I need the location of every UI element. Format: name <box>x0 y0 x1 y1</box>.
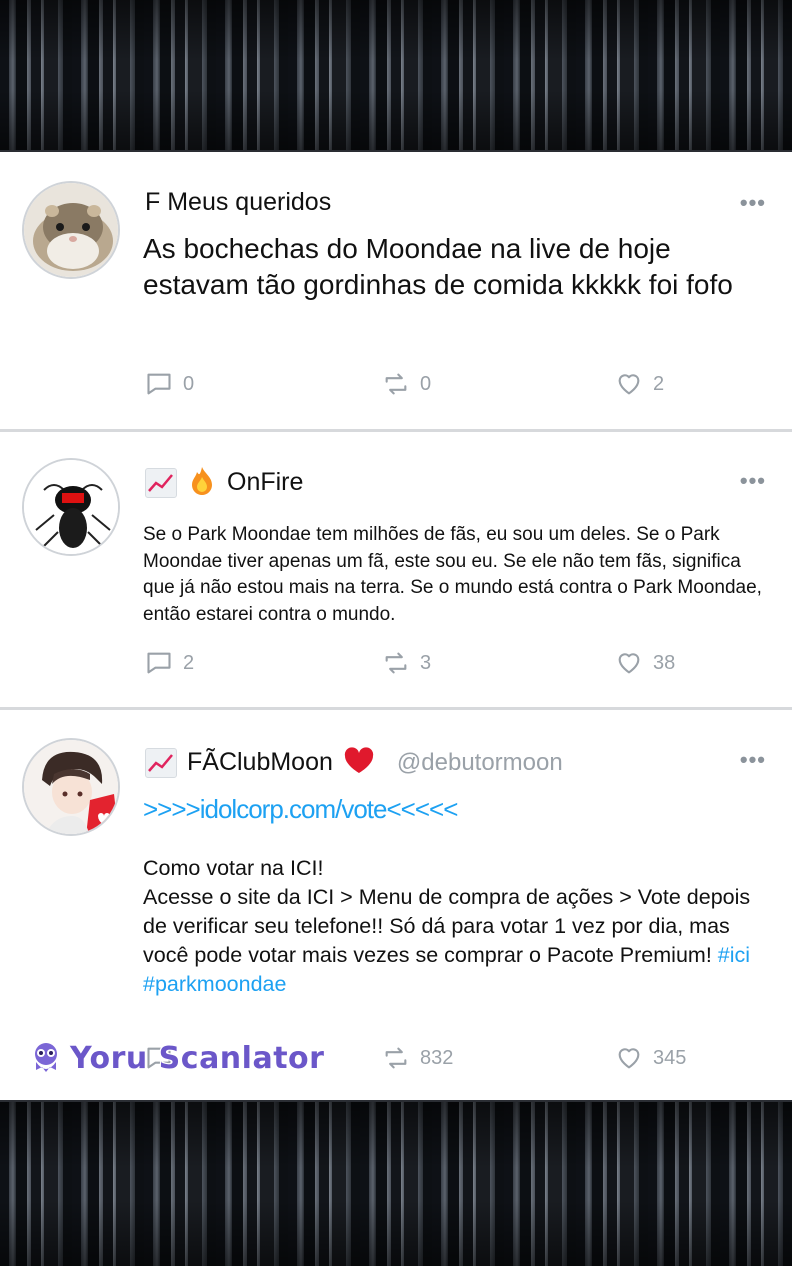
retweet-icon <box>385 373 407 395</box>
scanlator-watermark: Yoru Scanlator <box>28 1040 324 1076</box>
tweet-text: Como votar na ICI! Acesse o site da ICI … <box>143 854 758 999</box>
like-count: 2 <box>653 372 665 395</box>
tweet-actions: 2 3 38 <box>145 649 705 679</box>
chart-increasing-emoji <box>145 747 177 778</box>
hashtag-ici[interactable]: #ici <box>718 943 750 967</box>
like-button[interactable]: 38 <box>615 649 675 677</box>
top-striped-background <box>0 0 792 150</box>
tweet-text: Se o Park Moondae tem milhões de fãs, eu… <box>143 524 762 625</box>
reply-icon <box>147 652 171 674</box>
heart-icon <box>618 653 640 674</box>
author-row: F Meus queridos <box>145 188 331 217</box>
bottom-striped-background <box>0 1102 792 1266</box>
like-button[interactable]: 345 <box>615 1044 686 1072</box>
retweet-button[interactable]: 3 <box>382 649 431 677</box>
ghost-mascot-icon <box>35 1043 57 1072</box>
retweet-count: 3 <box>420 651 432 674</box>
red-heart-emoji <box>343 745 375 780</box>
hamster-avatar[interactable] <box>22 181 120 279</box>
retweet-count: 0 <box>420 372 432 395</box>
ant-avatar[interactable] <box>22 458 120 556</box>
author-row: FÃClubMoon @debutormoon <box>145 745 563 780</box>
reply-count: 2 <box>183 651 195 674</box>
retweet-icon <box>385 652 407 674</box>
author-name[interactable]: OnFire <box>227 468 303 497</box>
retweet-count: 832 <box>420 1046 454 1069</box>
reply-count: 0 <box>183 372 195 395</box>
reply-icon <box>147 373 171 395</box>
like-button[interactable]: 2 <box>615 370 664 398</box>
vote-link[interactable]: >>>>idolcorp.com/vote<<<<< <box>143 794 763 825</box>
retweet-button[interactable]: 832 <box>382 1044 453 1072</box>
reply-button[interactable]: 0 <box>145 370 194 398</box>
like-count: 345 <box>653 1046 687 1069</box>
fire-emoji <box>187 465 217 500</box>
retweet-button[interactable]: 0 <box>382 370 431 398</box>
tweet-actions: 0 0 2 <box>145 370 705 400</box>
tweet-text: As bochechas do Moondae na live de hoje … <box>143 233 733 300</box>
heart-icon <box>618 374 640 395</box>
author-name[interactable]: FÃClubMoon <box>187 748 333 777</box>
watermark-text: Yoru Scanlator <box>70 1040 325 1076</box>
more-options-icon[interactable]: ••• <box>740 747 766 773</box>
chart-increasing-emoji <box>145 467 177 498</box>
author-row: OnFire <box>145 465 303 500</box>
tweet-feed: F Meus queridos ••• As bochechas do Moon… <box>0 150 792 1102</box>
more-options-icon[interactable]: ••• <box>740 468 766 494</box>
tweet-2[interactable]: OnFire ••• Se o Park Moondae tem milhões… <box>0 432 792 707</box>
tweet-text-line1: Como votar na ICI! <box>143 856 324 880</box>
retweet-icon <box>385 1047 407 1069</box>
author-name[interactable]: F Meus queridos <box>145 188 331 217</box>
heart-icon <box>618 1048 640 1069</box>
idol-avatar[interactable] <box>22 738 120 836</box>
reply-button[interactable]: 2 <box>145 649 194 677</box>
author-handle[interactable]: @debutormoon <box>397 749 563 777</box>
vote-link-text[interactable]: >>>>idolcorp.com/vote<<<<< <box>143 794 458 824</box>
more-options-icon[interactable]: ••• <box>740 190 766 216</box>
like-count: 38 <box>653 651 676 674</box>
tweet-text-body: Acesse o site da ICI > Menu de compra de… <box>143 885 751 967</box>
tweet-1[interactable]: F Meus queridos ••• As bochechas do Moon… <box>0 152 792 429</box>
hashtag-parkmoondae[interactable]: #parkmoondae <box>143 972 286 996</box>
